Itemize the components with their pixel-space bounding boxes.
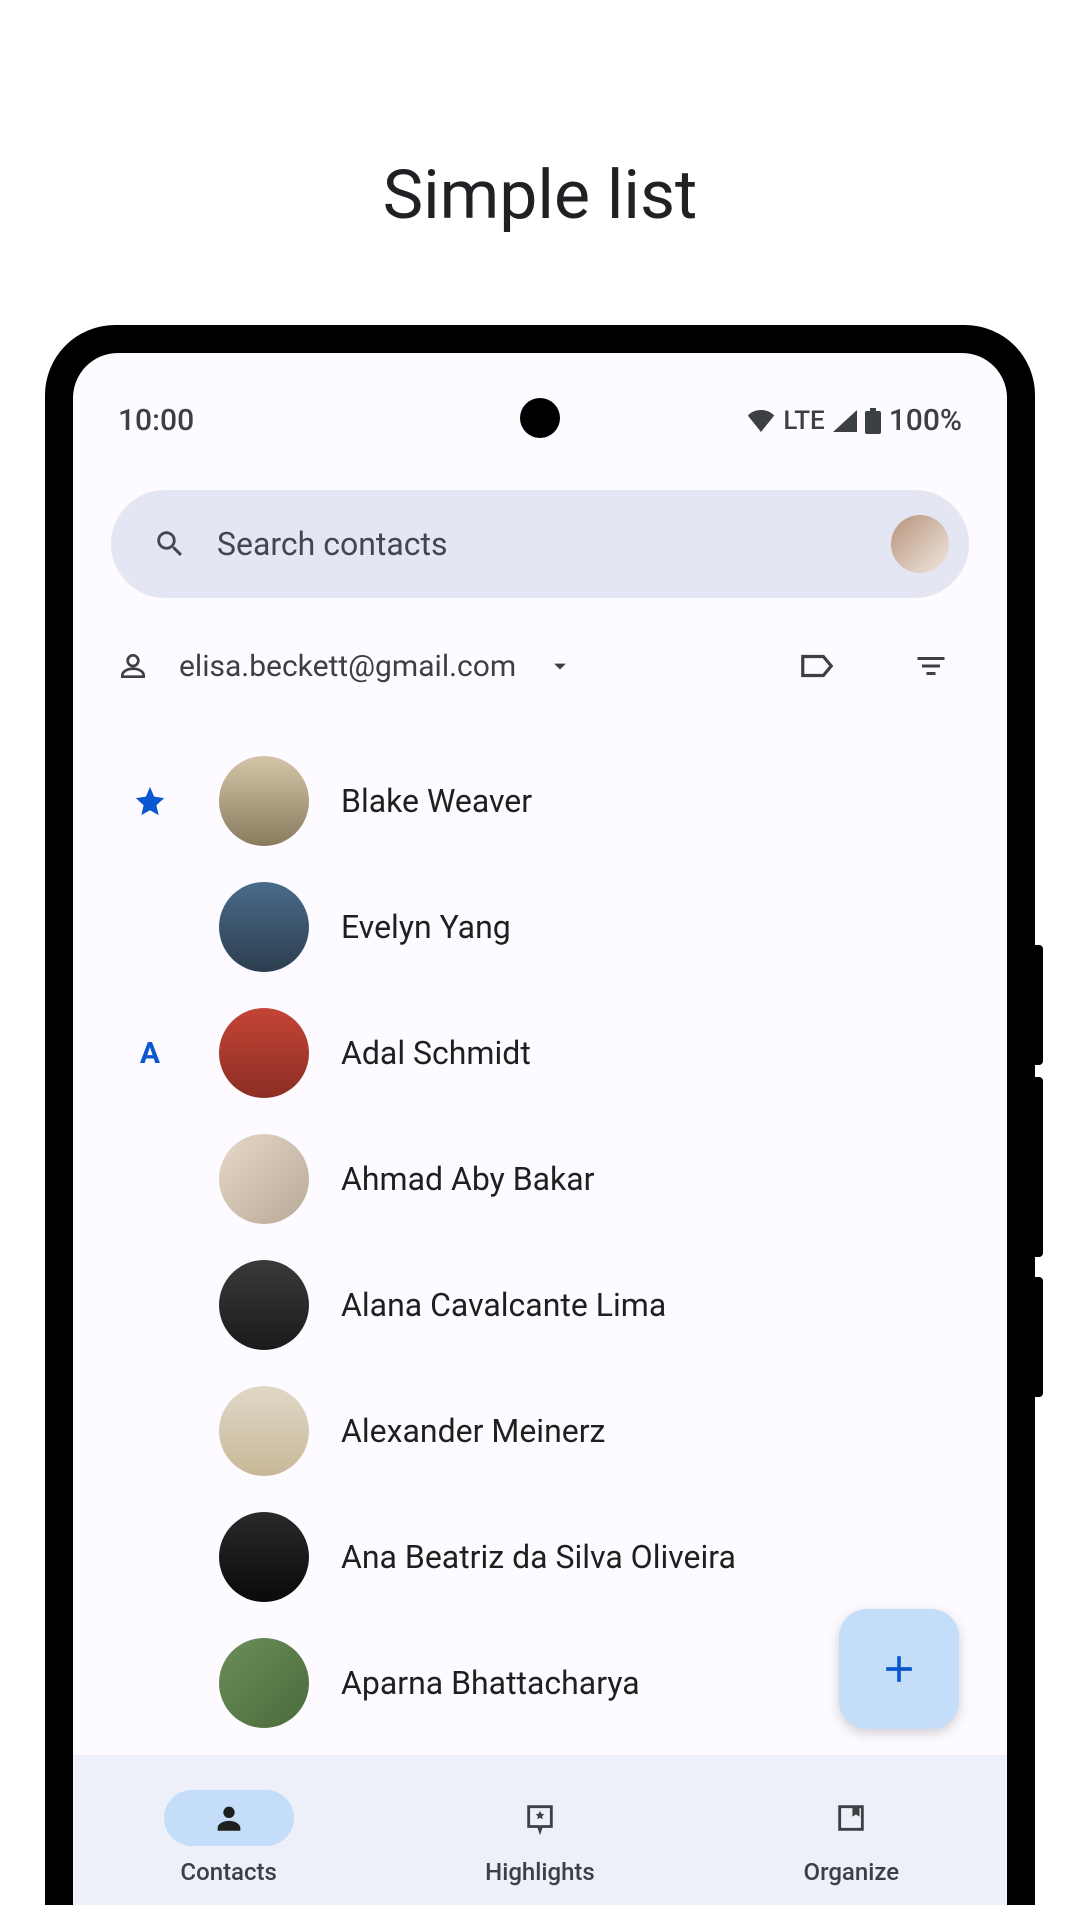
contact-name: Blake Weaver: [341, 782, 532, 820]
nav-highlights[interactable]: Highlights: [440, 1790, 640, 1886]
contact-list[interactable]: Blake Weaver Evelyn Yang A Adal Schmidt Ahma…: [73, 708, 1007, 1746]
search-input[interactable]: Search contacts: [217, 525, 861, 563]
plus-icon: [877, 1647, 921, 1691]
contact-name: Alana Cavalcante Lima: [341, 1286, 666, 1324]
star-icon: [133, 784, 167, 818]
contact-avatar: [219, 882, 309, 972]
page-title: Simple list: [0, 0, 1080, 325]
nav-contacts-label: Contacts: [180, 1858, 276, 1886]
battery-percent: 100%: [889, 403, 962, 438]
organize-icon: [834, 1801, 868, 1835]
account-selector-row: elisa.beckett@gmail.com: [73, 598, 1007, 708]
section-indicator: [111, 784, 189, 818]
contact-name: Alexander Meinerz: [341, 1412, 605, 1450]
nav-highlights-label: Highlights: [485, 1858, 595, 1886]
wifi-icon: [747, 410, 775, 432]
contact-row[interactable]: Evelyn Yang: [73, 864, 1007, 990]
contact-name: Evelyn Yang: [341, 908, 511, 946]
contact-row[interactable]: A Adal Schmidt: [73, 990, 1007, 1116]
contact-avatar: [219, 1008, 309, 1098]
contact-name: Adal Schmidt: [341, 1034, 531, 1072]
contact-avatar: [219, 1386, 309, 1476]
status-time: 10:00: [118, 403, 194, 438]
contact-avatar: [219, 1260, 309, 1350]
person-icon: [117, 650, 149, 682]
contact-avatar: [219, 1512, 309, 1602]
device-side-buttons: [1035, 945, 1043, 1409]
filter-icon: [913, 648, 949, 684]
search-icon: [153, 527, 187, 561]
device-frame: 10:00 LTE 100% Search contacts elisa.bec…: [45, 325, 1035, 1905]
device-screen: 10:00 LTE 100% Search contacts elisa.bec…: [73, 353, 1007, 1905]
contact-name: Ana Beatriz da Silva Oliveira: [341, 1538, 736, 1576]
label-button[interactable]: [795, 644, 839, 688]
contact-avatar: [219, 1134, 309, 1224]
label-icon: [798, 647, 836, 685]
nav-organize[interactable]: Organize: [751, 1790, 951, 1886]
bottom-nav: Contacts Highlights Organize: [73, 1755, 1007, 1905]
contact-name: Ahmad Aby Bakar: [341, 1160, 595, 1198]
contact-avatar: [219, 1638, 309, 1728]
nav-contacts[interactable]: Contacts: [129, 1790, 329, 1886]
contacts-icon: [212, 1801, 246, 1835]
profile-avatar[interactable]: [891, 515, 949, 573]
filter-button[interactable]: [909, 644, 953, 688]
section-indicator: A: [111, 1036, 189, 1071]
contact-avatar: [219, 756, 309, 846]
section-letter: A: [140, 1036, 160, 1071]
network-label: LTE: [783, 406, 824, 436]
contact-row[interactable]: Blake Weaver: [73, 738, 1007, 864]
status-icons: LTE 100%: [747, 403, 962, 438]
chevron-down-icon[interactable]: [546, 652, 574, 680]
contact-row[interactable]: Ahmad Aby Bakar: [73, 1116, 1007, 1242]
search-bar[interactable]: Search contacts: [111, 490, 969, 598]
contact-row[interactable]: Alexander Meinerz: [73, 1368, 1007, 1494]
add-contact-fab[interactable]: [839, 1609, 959, 1729]
camera-hole: [520, 398, 560, 438]
nav-organize-label: Organize: [804, 1858, 900, 1886]
contact-row[interactable]: Alana Cavalcante Lima: [73, 1242, 1007, 1368]
battery-icon: [865, 408, 881, 434]
account-email[interactable]: elisa.beckett@gmail.com: [179, 649, 516, 684]
contact-name: Aparna Bhattacharya: [341, 1664, 640, 1702]
signal-icon: [833, 410, 857, 432]
contact-row[interactable]: Ana Beatriz da Silva Oliveira: [73, 1494, 1007, 1620]
highlights-icon: [523, 1801, 557, 1835]
